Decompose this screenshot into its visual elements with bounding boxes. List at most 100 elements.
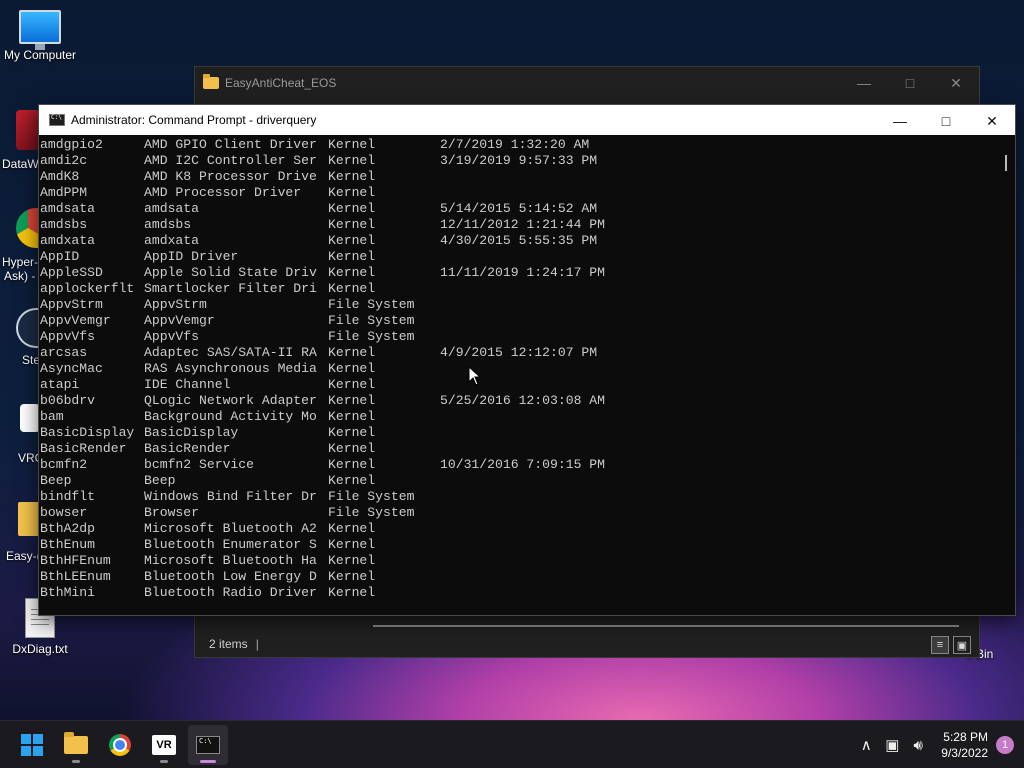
driver-display-name: Browser	[144, 505, 200, 520]
driver-type: File System	[328, 329, 415, 344]
driver-type: Kernel	[328, 537, 376, 552]
driver-row: atapi IDE Channel Kernel	[40, 377, 999, 393]
driver-row: bcmfn2 bcmfn2 Service Kernel 10/31/2016 7:0…	[40, 457, 999, 473]
taskbar-chrome[interactable]	[100, 725, 140, 765]
desktop-icon-partial-label: Easy-(	[6, 549, 41, 563]
driver-type: Kernel	[328, 345, 376, 360]
clock-time: 5:28 PM	[943, 730, 988, 744]
details-view-icon[interactable]: ≡	[931, 636, 949, 654]
driver-row: BthA2dp Microsoft Bluetooth A2 Kernel	[40, 521, 999, 537]
steam-icon[interactable]	[16, 308, 40, 348]
maximize-icon[interactable]: □	[887, 67, 933, 99]
driver-link-date: 11/11/2019 1:24:17 PM	[440, 265, 606, 280]
driver-type: Kernel	[328, 553, 376, 568]
driver-type: Kernel	[328, 249, 376, 264]
taskbar-command-prompt[interactable]: C:\	[188, 725, 228, 765]
driver-type: Kernel	[328, 457, 376, 472]
driver-module-name: BthEnum	[40, 537, 96, 552]
driver-type: Kernel	[328, 473, 376, 488]
driver-type: Kernel	[328, 233, 376, 248]
driver-display-name: Apple Solid State Driv	[144, 265, 317, 280]
driver-module-name: BthHFEnum	[40, 553, 111, 568]
driver-row: BasicDisplay BasicDisplay Kernel	[40, 425, 999, 441]
minimize-icon[interactable]: —	[877, 105, 923, 137]
driver-row: Beep Beep Kernel	[40, 473, 999, 489]
driver-display-name: AMD I2C Controller Ser	[144, 153, 317, 168]
driver-row: BthHFEnum Microsoft Bluetooth Ha Kernel	[40, 553, 999, 569]
datawarehouse-icon[interactable]	[16, 110, 40, 150]
scrollbar-thumb[interactable]	[1005, 155, 1007, 171]
vr-icon: VR	[152, 735, 176, 755]
driver-module-name: bcmfn2	[40, 457, 88, 472]
driver-link-date: 5/25/2016 12:03:08 AM	[440, 393, 606, 408]
driver-row: bindflt Windows Bind Filter Dr File System	[40, 489, 999, 505]
desktop-icon-partial-label: Ask) -	[4, 269, 36, 283]
network-icon[interactable]: ▣	[879, 736, 905, 754]
driver-display-name: Bluetooth Enumerator S	[144, 537, 317, 552]
driver-module-name: arcsas	[40, 345, 88, 360]
notification-badge[interactable]: 1	[996, 736, 1014, 754]
desktop-icon-partial-label: DataW	[2, 157, 39, 171]
vertical-scrollbar[interactable]	[999, 137, 1015, 615]
item-count: 2 items	[209, 637, 248, 651]
driver-type: Kernel	[328, 201, 376, 216]
driver-display-name: AppvVemgr	[144, 313, 215, 328]
driver-display-name: RAS Asynchronous Media	[144, 361, 317, 376]
desktop-icon-label: My Computer	[3, 48, 77, 62]
driver-row: BthMini Bluetooth Radio Driver Kernel	[40, 585, 999, 601]
driver-display-name: IDE Channel	[144, 377, 231, 392]
clock-date: 9/3/2022	[941, 746, 988, 760]
taskbar-vr-app[interactable]: VR	[144, 725, 184, 765]
driver-display-name: BasicRender	[144, 441, 231, 456]
driver-display-name: AppID Driver	[144, 249, 239, 264]
cmd-titlebar[interactable]: Administrator: Command Prompt - driverqu…	[39, 105, 1015, 135]
driver-link-date: 4/9/2015 12:12:07 PM	[440, 345, 598, 360]
driver-display-name: Windows Bind Filter Dr	[144, 489, 317, 504]
cmd-title: Administrator: Command Prompt - driverqu…	[71, 113, 317, 127]
desktop-icon-my-computer[interactable]: My Computer	[0, 10, 80, 62]
driver-module-name: AppvVfs	[40, 329, 96, 344]
volume-icon[interactable]: 🔊︎	[905, 737, 931, 754]
driver-type: Kernel	[328, 585, 376, 600]
clock[interactable]: 5:28 PM 9/3/2022	[931, 729, 996, 761]
folder-shortcut-icon[interactable]	[18, 502, 40, 536]
driver-row: amdi2c AMD I2C Controller Ser Kernel 3/19/2…	[40, 153, 999, 169]
driver-row: amdgpio2 AMD GPIO Client Driver Kernel 2/7/…	[40, 137, 999, 153]
view-toggle: ≡ ▣	[931, 636, 971, 654]
driver-module-name: amdgpio2	[40, 137, 103, 152]
chrome-shortcut-icon[interactable]	[16, 208, 40, 248]
folder-icon	[203, 74, 219, 89]
driver-display-name: amdsata	[144, 201, 200, 216]
start-button[interactable]	[12, 725, 52, 765]
driver-type: Kernel	[328, 217, 376, 232]
console-output[interactable]: amdgpio2 AMD GPIO Client Driver Kernel 2/7/…	[39, 137, 999, 615]
driver-display-name: amdsbs	[144, 217, 192, 232]
driver-display-name: Smartlocker Filter Dri	[144, 281, 317, 296]
driver-display-name: Background Activity Mo	[144, 409, 317, 424]
horizontal-scrollbar[interactable]	[373, 625, 959, 627]
windows-logo-icon	[21, 734, 43, 756]
driver-type: Kernel	[328, 425, 376, 440]
driver-row: arcsas Adaptec SAS/SATA-II RA Kernel 4/9/20…	[40, 345, 999, 361]
driver-module-name: AmdPPM	[40, 185, 88, 200]
minimize-icon[interactable]: —	[841, 67, 887, 99]
large-icons-view-icon[interactable]: ▣	[953, 636, 971, 654]
driver-row: AppvVfs AppvVfs File System	[40, 329, 999, 345]
driver-module-name: bowser	[40, 505, 88, 520]
taskbar-file-explorer[interactable]	[56, 725, 96, 765]
driver-module-name: BasicRender	[40, 441, 127, 456]
close-icon[interactable]: ✕	[969, 105, 1015, 137]
driver-module-name: atapi	[40, 377, 80, 392]
taskbar: VR C:\ ∧ ▣ 🔊︎ 5:28 PM 9/3/2022 1	[0, 720, 1024, 768]
driver-type: Kernel	[328, 393, 376, 408]
chevron-up-icon[interactable]: ∧	[853, 736, 879, 754]
command-prompt-window[interactable]: Administrator: Command Prompt - driverqu…	[38, 104, 1016, 616]
close-icon[interactable]: ✕	[933, 67, 979, 99]
vrchat-icon[interactable]	[20, 404, 40, 432]
driver-row: AppvStrm AppvStrm File System	[40, 297, 999, 313]
maximize-icon[interactable]: □	[923, 105, 969, 137]
driver-row: AppID AppID Driver Kernel	[40, 249, 999, 265]
driver-link-date: 5/14/2015 5:14:52 AM	[440, 201, 598, 216]
explorer-title: EasyAntiCheat_EOS	[225, 76, 337, 90]
driver-display-name: AMD GPIO Client Driver	[144, 137, 317, 152]
